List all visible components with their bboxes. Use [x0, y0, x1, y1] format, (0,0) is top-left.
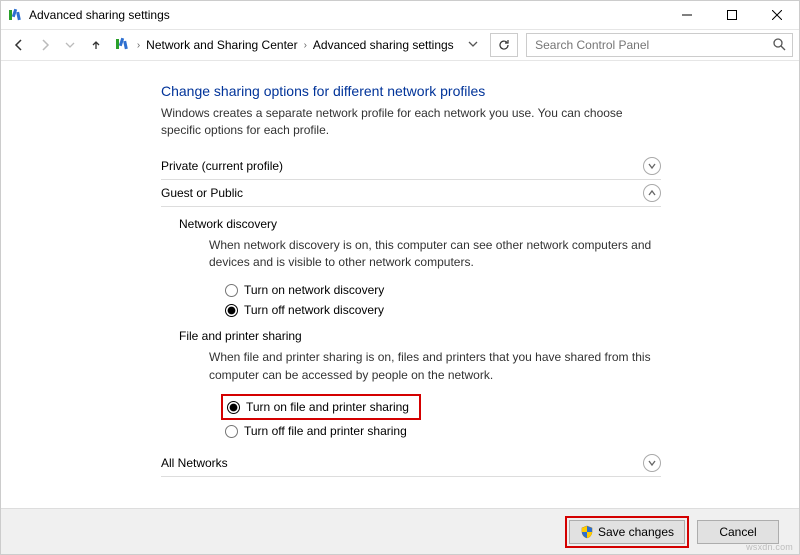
file-printer-radio-group: Turn on file and printer sharing Turn of…	[221, 394, 759, 440]
content-area: Change sharing options for different net…	[1, 63, 799, 506]
page-intro: Windows creates a separate network profi…	[161, 105, 661, 139]
forward-button[interactable]	[33, 33, 57, 57]
search-icon[interactable]	[772, 37, 786, 54]
breadcrumb-current[interactable]: Advanced sharing settings	[309, 38, 458, 52]
highlight-box-fp-on: Turn on file and printer sharing	[221, 394, 421, 420]
breadcrumb-icon	[114, 36, 130, 55]
radio-nd-off-input[interactable]	[225, 304, 238, 317]
page-heading: Change sharing options for different net…	[161, 83, 759, 99]
radio-fp-on-label: Turn on file and printer sharing	[246, 400, 409, 414]
control-panel-icon	[7, 7, 23, 23]
subsection-network-discovery-title: Network discovery	[179, 217, 759, 231]
minimize-button[interactable]	[664, 1, 709, 29]
section-private-label: Private (current profile)	[161, 159, 283, 173]
save-changes-button[interactable]: Save changes	[569, 520, 685, 544]
chevron-down-icon[interactable]	[643, 157, 661, 175]
chevron-right-icon: ›	[304, 40, 307, 51]
cancel-button[interactable]: Cancel	[697, 520, 779, 544]
shield-icon	[580, 525, 594, 539]
chevron-right-icon: ›	[137, 40, 140, 51]
breadcrumb-root[interactable]: Network and Sharing Center	[142, 38, 301, 52]
highlight-box-save: Save changes	[565, 516, 689, 548]
search-input[interactable]	[533, 37, 766, 53]
close-button[interactable]	[754, 1, 799, 29]
maximize-button[interactable]	[709, 1, 754, 29]
radio-nd-on[interactable]: Turn on network discovery	[221, 281, 759, 299]
window-controls	[664, 1, 799, 29]
footer: Save changes Cancel	[1, 508, 799, 554]
refresh-button[interactable]	[490, 33, 518, 57]
radio-nd-on-input[interactable]	[225, 284, 238, 297]
back-button[interactable]	[7, 33, 31, 57]
up-button[interactable]	[84, 33, 108, 57]
radio-fp-off[interactable]: Turn off file and printer sharing	[221, 422, 759, 440]
section-all-networks-label: All Networks	[161, 456, 228, 470]
titlebar: Advanced sharing settings	[1, 1, 799, 29]
section-all-networks[interactable]: All Networks	[161, 450, 661, 477]
window: Advanced sharing settings	[0, 0, 800, 555]
search-box[interactable]	[526, 33, 793, 57]
breadcrumb[interactable]: › Network and Sharing Center › Advanced …	[134, 33, 461, 57]
radio-fp-off-label: Turn off file and printer sharing	[244, 424, 407, 438]
subsection-file-printer-desc: When file and printer sharing is on, fil…	[209, 349, 659, 384]
titlebar-left: Advanced sharing settings	[7, 7, 170, 23]
window-title: Advanced sharing settings	[29, 8, 170, 22]
radio-nd-off-label: Turn off network discovery	[244, 303, 384, 317]
radio-nd-on-label: Turn on network discovery	[244, 283, 384, 297]
save-changes-label: Save changes	[598, 525, 674, 539]
subsection-file-printer-title: File and printer sharing	[179, 329, 759, 343]
section-guest[interactable]: Guest or Public	[161, 180, 661, 207]
section-private[interactable]: Private (current profile)	[161, 153, 661, 180]
navbar: › Network and Sharing Center › Advanced …	[1, 29, 799, 61]
radio-fp-on-input[interactable]	[227, 401, 240, 414]
radio-fp-on[interactable]: Turn on file and printer sharing	[223, 398, 413, 416]
radio-fp-off-input[interactable]	[225, 425, 238, 438]
radio-nd-off[interactable]: Turn off network discovery	[221, 301, 759, 319]
subsection-network-discovery-desc: When network discovery is on, this compu…	[209, 237, 659, 272]
network-discovery-radio-group: Turn on network discovery Turn off netwo…	[221, 281, 759, 319]
chevron-down-icon[interactable]	[643, 454, 661, 472]
address-dropdown-button[interactable]	[463, 38, 483, 52]
cancel-label: Cancel	[719, 525, 756, 539]
chevron-up-icon[interactable]	[643, 184, 661, 202]
recent-locations-button[interactable]	[58, 33, 82, 57]
section-guest-label: Guest or Public	[161, 186, 243, 200]
watermark: wsxdn.com	[746, 542, 793, 552]
